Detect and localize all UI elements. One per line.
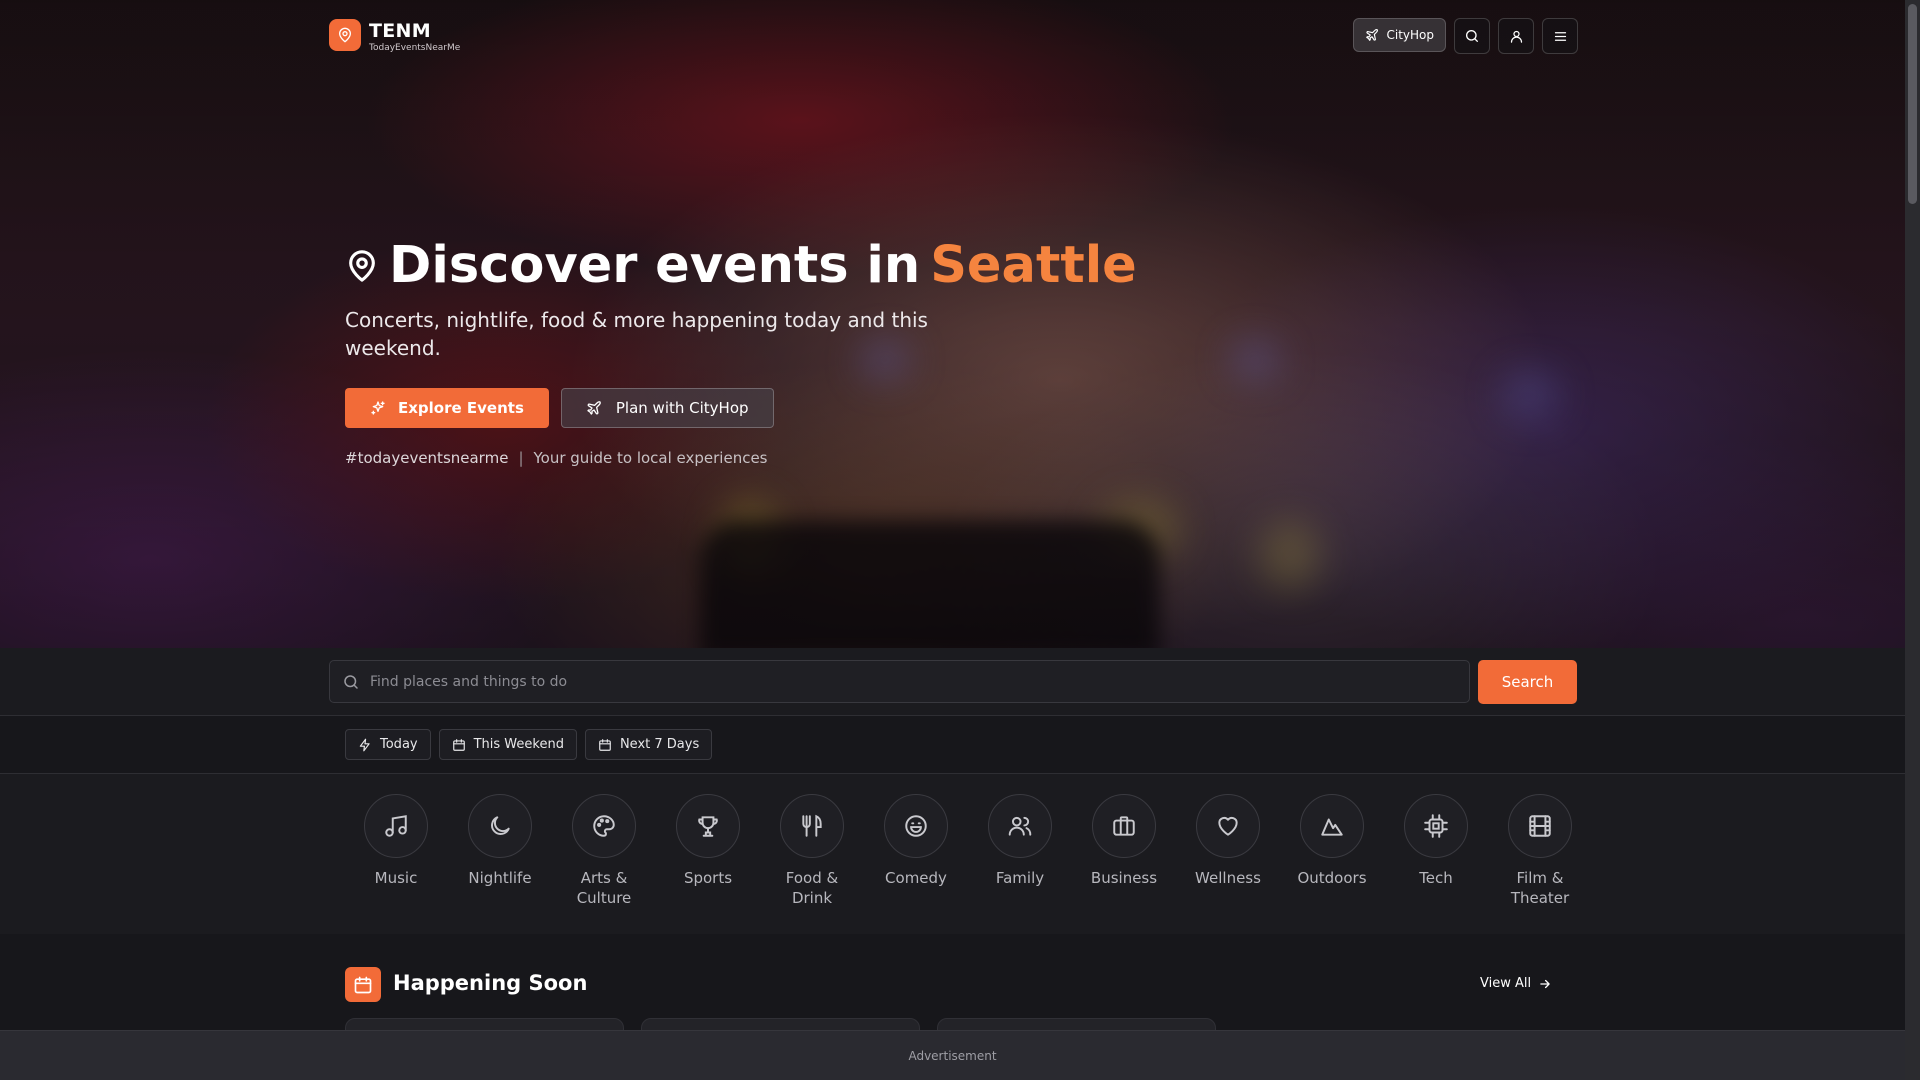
film-icon — [1529, 815, 1551, 837]
category-tech[interactable]: Tech — [1384, 794, 1488, 908]
briefcase-icon — [1113, 816, 1135, 836]
filter-label: Next 7 Days — [619, 737, 700, 752]
category-label: Tech — [1419, 869, 1453, 887]
search-submit-button[interactable]: Search — [1478, 660, 1577, 704]
top-header: TENM TodayEventsNearMe CityHop — [329, 18, 1578, 54]
section-title: Happening Soon — [393, 971, 588, 995]
search-button[interactable] — [1454, 18, 1490, 54]
header-actions: CityHop — [1353, 18, 1578, 54]
explore-events-button[interactable]: Explore Events — [345, 388, 549, 428]
cityhop-label: CityHop — [1386, 28, 1434, 42]
calendar-icon — [452, 738, 465, 751]
category-label: Arts & Culture — [576, 869, 632, 907]
filter-next-7-days[interactable]: Next 7 Days — [584, 729, 713, 760]
category-outdoors[interactable]: Outdoors — [1280, 794, 1384, 908]
hamburger-menu-icon — [1554, 31, 1566, 41]
scrollbar-thumb[interactable] — [1908, 4, 1917, 204]
category-label: Sports — [683, 869, 733, 887]
view-all-label: View All — [1480, 976, 1532, 991]
category-label: Business — [1090, 869, 1158, 887]
category-label: Wellness — [1195, 869, 1261, 887]
category-label: Family — [995, 869, 1045, 887]
category-sports[interactable]: Sports — [656, 794, 760, 908]
hero-background — [0, 0, 1905, 648]
hero-buttons: Explore Events Plan with CityHop — [345, 388, 774, 428]
date-filter-bar: Today This Weekend Next 7 Days — [0, 716, 1905, 774]
hero-title-text: Discover events in — [389, 236, 921, 295]
guide-text: Your guide to local experiences — [533, 449, 768, 467]
hero-tagline: #todayeventsnearme | Your guide to local… — [345, 449, 768, 467]
category-label: Film & Theater — [1510, 869, 1570, 907]
filter-label: This Weekend — [473, 737, 564, 752]
tagline-separator: | — [518, 449, 524, 467]
arrow-right-icon — [1540, 979, 1550, 988]
category-comedy[interactable]: Comedy — [864, 794, 968, 908]
user-icon — [1510, 30, 1522, 43]
category-arts-culture[interactable]: Arts & Culture — [552, 794, 656, 908]
palette-icon — [593, 815, 615, 837]
search-bar: Search — [0, 648, 1905, 716]
users-icon — [1008, 816, 1032, 836]
category-list: Music Nightlife Arts & Culture Sports Fo… — [344, 794, 1592, 908]
cpu-icon — [1424, 814, 1448, 838]
plan-with-cityhop-button[interactable]: Plan with CityHop — [560, 388, 774, 428]
search-icon — [344, 674, 358, 689]
advertisement-banner[interactable]: Advertisement — [0, 1030, 1905, 1080]
calendar-icon — [354, 976, 372, 993]
heart-icon — [1218, 816, 1238, 836]
moon-icon — [491, 816, 510, 835]
search-icon — [1466, 30, 1478, 42]
category-wellness[interactable]: Wellness — [1176, 794, 1280, 908]
hero-city[interactable]: Seattle — [930, 236, 1137, 295]
utensils-icon — [802, 814, 822, 837]
view-all-link[interactable]: View All — [1480, 976, 1552, 991]
menu-button[interactable] — [1542, 18, 1578, 54]
brand-name[interactable]: TENM — [369, 20, 431, 42]
filter-label: Today — [380, 737, 418, 752]
hero-subtitle: Concerts, nightlife, food & more happeni… — [345, 308, 928, 360]
calendar-icon — [599, 738, 611, 751]
map-pin-icon — [349, 249, 375, 282]
brand-tagline: TodayEventsNearMe — [369, 43, 461, 53]
advertisement-label: Advertisement — [908, 1048, 997, 1063]
lightning-icon — [359, 738, 370, 751]
laugh-icon — [905, 815, 927, 837]
category-label: Music — [374, 869, 418, 887]
date-filters: Today This Weekend Next 7 Days — [345, 729, 713, 760]
mountain-icon — [1321, 818, 1343, 836]
explore-events-label: Explore Events — [398, 399, 524, 417]
category-film-theater[interactable]: Film & Theater — [1488, 794, 1592, 908]
category-food-drink[interactable]: Food & Drink — [760, 794, 864, 908]
music-note-icon — [385, 815, 407, 837]
category-business[interactable]: Business — [1072, 794, 1176, 908]
search-field[interactable] — [329, 660, 1470, 703]
category-nightlife[interactable]: Nightlife — [448, 794, 552, 908]
category-label: Comedy — [885, 869, 947, 887]
filter-today[interactable]: Today — [345, 729, 431, 760]
category-label: Outdoors — [1297, 869, 1367, 887]
cityhop-button[interactable]: CityHop — [1353, 18, 1446, 52]
logo[interactable] — [329, 19, 361, 51]
hashtag: #todayeventsnearme — [345, 449, 509, 467]
account-button[interactable] — [1498, 18, 1534, 54]
plan-with-cityhop-label: Plan with CityHop — [615, 399, 749, 417]
sparkles-icon — [371, 401, 385, 415]
plane-icon — [1366, 29, 1379, 41]
map-pin-icon — [339, 27, 351, 43]
filter-this-weekend[interactable]: This Weekend — [438, 729, 577, 760]
category-music[interactable]: Music — [344, 794, 448, 908]
search-input[interactable] — [370, 673, 1450, 690]
plane-icon — [587, 401, 601, 415]
category-label: Nightlife — [468, 869, 532, 887]
trophy-icon — [698, 816, 718, 837]
category-family[interactable]: Family — [968, 794, 1072, 908]
hero-title: Discover events in Seattle — [345, 236, 1137, 295]
category-label: Food & Drink — [785, 869, 839, 907]
section-icon — [345, 967, 381, 1002]
category-bar: Music Nightlife Arts & Culture Sports Fo… — [0, 774, 1905, 934]
page-scrollbar[interactable] — [1905, 0, 1920, 1080]
